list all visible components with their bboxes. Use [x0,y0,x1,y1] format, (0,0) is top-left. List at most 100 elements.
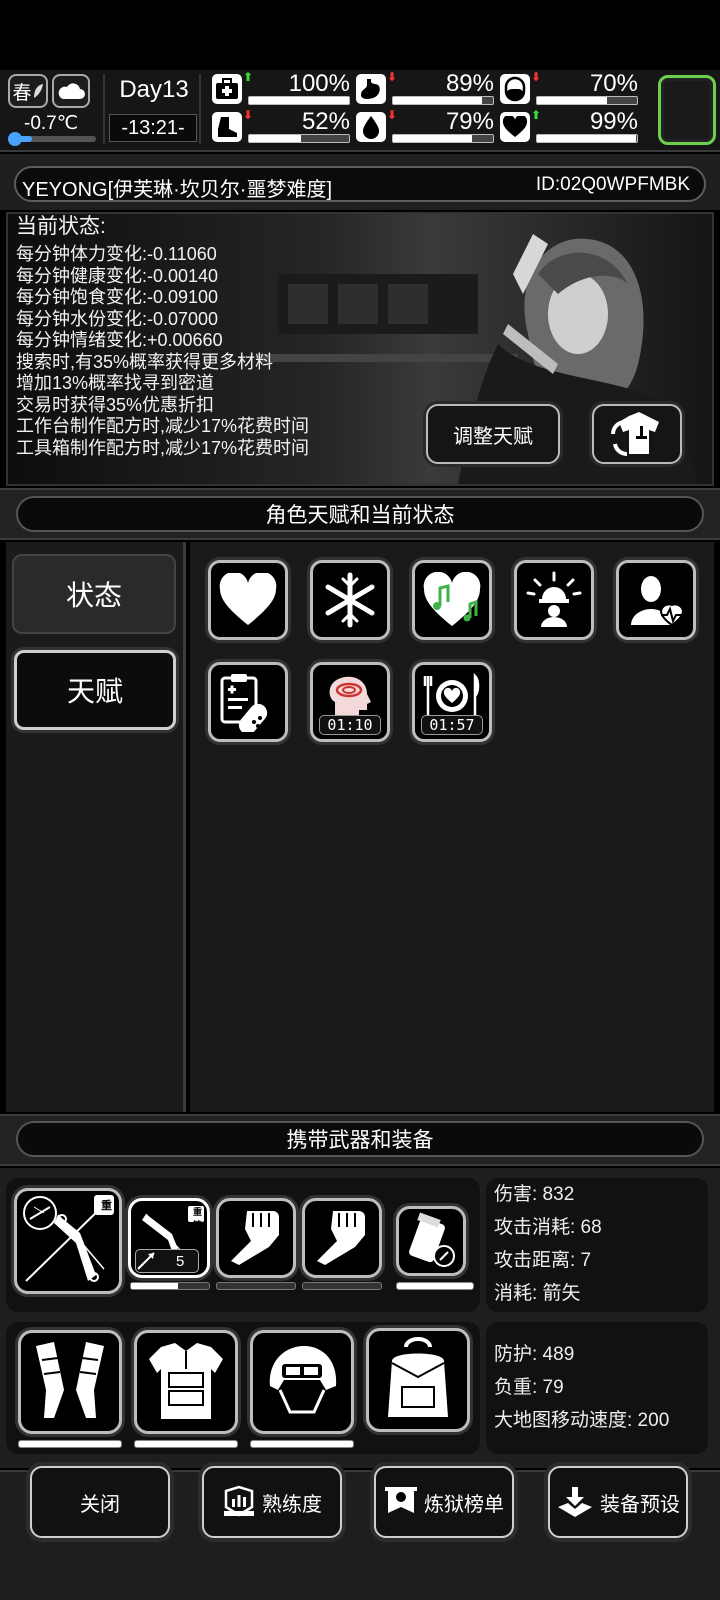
temperature-value: -0.7℃ [24,113,79,134]
preset-label: 装备预设 [600,1493,680,1516]
character-status-panel: 当前状态: 每分钟体力变化:-0.11060 每分钟健康变化:-0.00140 每分… [6,212,714,486]
effect-music-mood[interactable] [412,560,492,640]
arm-guards-icon [36,1342,104,1418]
status-title: 当前状态: [16,215,106,238]
stat-bar-fill [249,97,349,104]
stat-bar-fill [393,97,482,104]
durability-bar [130,1282,210,1290]
tool-slot[interactable] [396,1206,466,1276]
season-badge: 春 [8,74,48,108]
stat-pill: ⬇ 70% [500,70,640,108]
character-name: YEYONG[伊芙琳·坎贝尔·噩梦难度] [22,179,333,201]
preset-download-icon [558,1487,592,1517]
weapon-stats-panel: 伤害: 832 攻击消耗: 68 攻击距离: 7 消耗: 箭矢 [486,1178,708,1312]
durability-bar [216,1282,296,1290]
brain-dizzy-icon [329,676,371,716]
talent-tab-column: 状态 天赋 [6,542,186,1112]
trend-up-icon: ⬆ [531,108,542,122]
ammo-count: 5 [176,1252,185,1270]
effect-meal[interactable]: 01:57 [412,662,492,742]
weapon-slot-3[interactable] [216,1198,296,1278]
character-name-bar: YEYONG[伊芙琳·坎贝尔·噩梦难度] ID:02Q0WPFMBK [14,166,706,202]
stat-boot: ⬇ 52% [212,108,352,146]
backpack-slot[interactable] [366,1328,470,1432]
adjust-talent-label: 调整天赋 [453,425,533,448]
status-line: 增加13%概率找寻到密道 [16,373,215,393]
durability-bar [396,1282,474,1290]
armor-slot-head[interactable] [250,1330,354,1434]
equipment-section-title: 携带武器和装备 [286,1129,434,1152]
body-armor-icon [149,1343,223,1419]
weapon-slot-4[interactable] [302,1198,382,1278]
trend-down-icon: ⬇ [387,70,398,84]
equipment-preset-button[interactable]: 装备预设 [548,1466,688,1538]
effect-health-check[interactable] [616,560,696,640]
fist-icon [231,1211,279,1265]
effect-timer: 01:10 [319,715,381,735]
stat-bar-fill [393,135,472,142]
trend-up-icon: ⬆ [243,70,254,84]
boot-icon [212,112,242,142]
tab-talent[interactable]: 天赋 [14,650,176,730]
stat-value: 70% [589,70,638,97]
fist-icon [317,1211,365,1265]
avatar-slot[interactable] [658,75,716,145]
weapon-slot-main[interactable]: 重铸 [14,1188,122,1294]
stat-bar [536,134,638,143]
ammo-counter: 5 [135,1249,199,1273]
stat-value: 52% [301,108,350,135]
snowflake-icon [325,572,375,628]
weather-badge [52,74,90,108]
tab-status-label: 状态 [65,580,122,611]
effect-heart[interactable] [208,560,288,640]
cloud-icon [58,83,85,99]
durability-bar [302,1282,382,1290]
armor-slot-body[interactable] [134,1330,238,1434]
effect-dizzy[interactable]: 01:10 [310,662,390,742]
trend-down-icon: ⬇ [243,108,254,122]
effect-cold[interactable] [310,560,390,640]
equipment-section-header: 携带武器和装备 [16,1121,704,1157]
change-outfit-button[interactable] [592,404,682,464]
stat-value: 89% [445,70,494,97]
stat-mood: ⬆ 99% [500,108,640,146]
stomach-icon [356,74,386,104]
reforge-badge: 重铸 [101,1200,112,1228]
status-line: 搜索时,有35%概率获得更多材料 [16,351,274,372]
stat-line: 攻击消耗: 68 [494,1217,602,1238]
effect-medication[interactable] [208,662,288,742]
weapon-slot-2[interactable]: 重铸 5 [128,1198,210,1278]
time-label: -13:21- [109,114,197,142]
reforge-badge: 重铸 [193,1207,203,1230]
temperature-display: -0.7℃ [6,112,96,146]
proficiency-button[interactable]: 熟练度 [202,1466,342,1538]
stat-value: 79% [445,108,494,135]
tactical-helmet-icon [269,1346,337,1414]
player-id: ID:02Q0WPFMBK [535,174,690,195]
flashlight-icon [409,1212,455,1267]
talent-section-title: 角色天赋和当前状态 [265,504,455,527]
proficiency-label: 熟练度 [262,1493,322,1516]
alarm-person-icon [526,571,582,627]
stat-bar [536,96,638,105]
arrow-ammo-icon [137,1252,155,1270]
day-clock: Day13 -13:21- [103,74,201,144]
close-label: 关闭 [80,1493,120,1516]
leaf-icon [33,84,43,98]
effect-alarm[interactable] [514,560,594,640]
tab-talent-label: 天赋 [66,676,123,707]
adjust-talent-button[interactable]: 调整天赋 [426,404,560,464]
close-button[interactable]: 关闭 [30,1466,170,1538]
durability-bar [250,1440,354,1448]
ranking-banner-icon [385,1487,417,1513]
talent-section-header: 角色天赋和当前状态 [16,496,704,532]
status-line: 工具箱制作配方时,减少17%花费时间 [16,437,310,458]
ranking-label: 炼狱榜单 [424,1493,504,1516]
status-line: 交易时获得35%优惠折扣 [16,394,215,415]
tab-status[interactable]: 状态 [12,554,176,634]
armor-slot-arms[interactable] [18,1330,122,1434]
ranking-button[interactable]: 炼狱榜单 [374,1466,514,1538]
stat-value: 100% [288,70,350,97]
effect-timer: 01:57 [421,715,483,735]
music-heart-icon [423,572,481,626]
